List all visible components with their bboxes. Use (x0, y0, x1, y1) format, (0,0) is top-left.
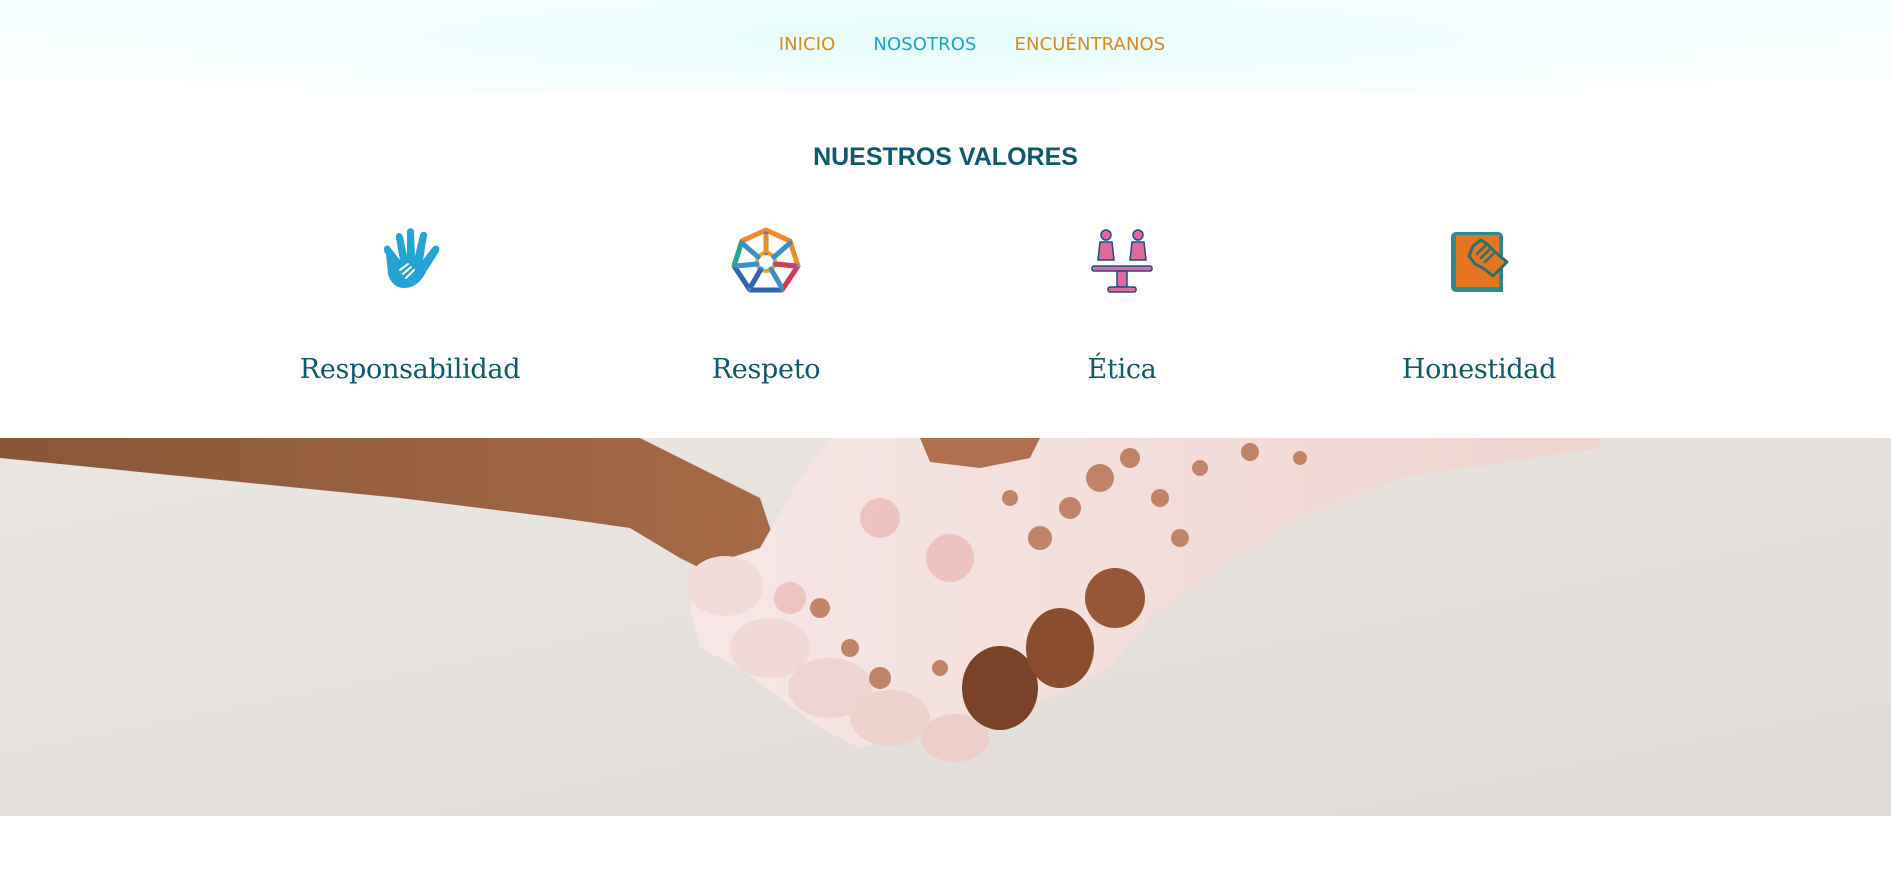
handshake-photo (0, 438, 1891, 816)
value-label: Honestidad (1401, 354, 1557, 385)
value-label: Respeto (711, 354, 821, 385)
value-label: Ética (1087, 354, 1157, 385)
value-label: Responsabilidad (299, 354, 521, 385)
nav-link-nosotros[interactable]: NOSOTROS (873, 34, 976, 55)
value-card-honestidad: Honestidad (1329, 226, 1629, 385)
value-card-etica: Ética (972, 226, 1272, 385)
hand-heart-icon (383, 228, 440, 288)
section-title: NUESTROS VALORES (813, 143, 1078, 171)
equality-scale-icon (1091, 229, 1153, 293)
nav-link-encuentranos[interactable]: ENCUÉNTRANOS (1015, 34, 1166, 55)
values-row: Responsabilidad Respeto Ética Honestidad (0, 226, 1891, 401)
nav-link-inicio[interactable]: INICIO (779, 34, 836, 55)
top-navigation: INICIO NOSOTROS ENCUÉNTRANOS (0, 0, 1891, 92)
nav-menu: INICIO NOSOTROS ENCUÉNTRANOS (726, 34, 1166, 55)
book-hand-icon (1451, 232, 1509, 292)
value-card-respeto: Respeto (616, 226, 916, 385)
value-card-responsabilidad: Responsabilidad (260, 226, 560, 385)
hero-handshake-image (0, 438, 1891, 816)
united-circle-icon (731, 227, 801, 293)
